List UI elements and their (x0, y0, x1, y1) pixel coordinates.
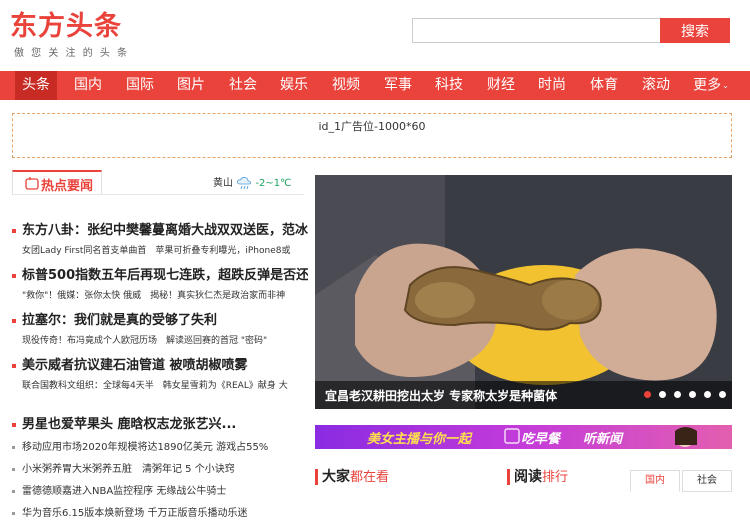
nav-item-entertainment[interactable]: 娱乐 (273, 71, 315, 100)
headline-title[interactable]: 拉塞尔：我们就是真的受够了失利 (12, 309, 308, 328)
nav-item-domestic[interactable]: 国内 (67, 71, 109, 100)
slide-caption-bar: 宜昌老汉耕田挖出太岁 专家称太岁是种菌体 (315, 381, 732, 409)
slide-dot[interactable] (704, 391, 711, 398)
main-nav: 头条 国内 国际 图片 社会 娱乐 视频 军事 科技 财经 时尚 体育 滚动 更… (0, 71, 750, 100)
headline-sub[interactable]: 联合国教科文组织：全球每4天半 韩女星雪莉为《REAL》献身 大 (12, 378, 308, 391)
search-bar: 搜索 (412, 18, 730, 43)
weather-temp: -2~1℃ (255, 178, 292, 189)
headline-title[interactable]: 男星也爱苹果头 鹿晗权志龙张艺兴... (12, 413, 308, 432)
headline-sub[interactable]: 现役传奇！布冯竟成个人欧冠历场 解读巡回赛的首冠 "密码" (12, 333, 308, 346)
slide-dot[interactable] (659, 391, 666, 398)
headline-item: 东方八卦：张纪中樊馨蔓离婚大战双双送医，范冰 女团Lady First同名首支单… (12, 219, 308, 256)
list-item[interactable]: 雷德德顺嘉进入NBA监控程序 无缘战公牛骑士 (12, 481, 308, 503)
nav-item-more[interactable]: 更多⌄ (688, 71, 734, 100)
tab-domestic[interactable]: 国内 (630, 470, 680, 492)
tab-society[interactable]: 社会 (682, 470, 732, 492)
slide-photo (315, 175, 732, 409)
bullet-dot (12, 422, 16, 427)
section-title[interactable]: 大家都在看 (315, 466, 389, 486)
nav-more-label: 更多 (693, 77, 722, 94)
ad-placeholder[interactable]: id_1广告位-1000*60 (12, 113, 732, 158)
headline-item: 美示威者抗议建石油管道 被喷胡椒喷雾 联合国教科文组织：全球每4天半 韩女星雪莉… (12, 354, 308, 391)
bullet-dot (12, 273, 16, 278)
nav-item-fashion[interactable]: 时尚 (531, 71, 573, 100)
banner-text: 美女主播与你一起 (367, 432, 472, 447)
nav-item-finance[interactable]: 财经 (480, 71, 522, 100)
search-button[interactable]: 搜索 (660, 18, 730, 43)
tab-hot-news[interactable]: 热点要闻 (12, 170, 102, 195)
headline-sub[interactable]: 女团Lady First同名首支单曲首 苹果可折叠专利曝光，iPhone8或 (12, 243, 308, 256)
ad-label: id_1广告位-1000*60 (318, 120, 426, 133)
list-item[interactable]: 小米粥养胃大米粥养五脏 清粥年记 5 个小诀窍 (12, 459, 308, 481)
search-input[interactable] (412, 18, 660, 43)
nav-item-pictures[interactable]: 图片 (170, 71, 212, 100)
headline-title[interactable]: 东方八卦：张纪中樊馨蔓离婚大战双双送医，范冰 (12, 219, 308, 238)
site-logo[interactable]: 东方头条 傲 您 关 注 的 头 条 (10, 11, 130, 60)
list-item[interactable]: 移动应用市场2020年规模将达1890亿美元 游戏占55% (12, 437, 308, 459)
logo-slogan: 傲 您 关 注 的 头 条 (14, 48, 130, 59)
slide-caption[interactable]: 宜昌老汉耕田挖出太岁 专家称太岁是种菌体 (325, 387, 557, 404)
news-slideshow[interactable]: 宜昌老汉耕田挖出太岁 专家称太岁是种菌体 (315, 175, 732, 409)
section-title[interactable]: 阅读排行 (507, 466, 568, 486)
headline-sub[interactable]: "救你"！俄媒：张你太快 俄威 揭秘！真实狄仁杰是政治家而非神 (12, 288, 308, 301)
hot-news-label: 热点要闻 (41, 179, 94, 194)
nav-item-international[interactable]: 国际 (119, 71, 161, 100)
chevron-down-icon: ⌄ (722, 81, 729, 90)
nav-item-military[interactable]: 军事 (377, 71, 419, 100)
weather-city: 黄山 (213, 178, 233, 189)
headline-item: 男星也爱苹果头 鹿晗权志龙张艺兴... (12, 413, 308, 432)
headline-title[interactable]: 美示威者抗议建石油管道 被喷胡椒喷雾 (12, 354, 308, 373)
section-everyone-watching: 大家都在看 (315, 466, 389, 494)
banner-text: 吃早餐 (521, 432, 561, 447)
promo-banner[interactable]: 美女主播与你一起 吃早餐 听新闻 (315, 425, 732, 449)
bullet-dot (12, 318, 16, 323)
nav-item-tech[interactable]: 科技 (428, 71, 470, 100)
nav-item-rolling[interactable]: 滚动 (635, 71, 677, 100)
bullet-dot (12, 489, 15, 493)
section-reading-rank: 阅读排行 (507, 466, 568, 494)
divider (12, 194, 304, 195)
news-list: 移动应用市场2020年规模将达1890亿美元 游戏占55% 小米粥养胃大米粥养五… (12, 437, 308, 525)
slide-dot[interactable] (689, 391, 696, 398)
bullet-dot (12, 467, 15, 471)
section-bar (315, 469, 318, 485)
rain-cloud-icon (237, 177, 252, 190)
nav-item-headlines[interactable]: 头条 (15, 71, 57, 100)
bullet-dot (12, 511, 15, 515)
logo-title: 东方头条 (10, 11, 122, 42)
slide-dot[interactable] (719, 391, 726, 398)
banner-text: 听新闻 (583, 432, 623, 447)
headline-item: 拉塞尔：我们就是真的受够了失利 现役传奇！布冯竟成个人欧冠历场 解读巡回赛的首冠… (12, 309, 308, 346)
nav-item-sports[interactable]: 体育 (583, 71, 625, 100)
bullet-dot (12, 228, 16, 233)
bullet-dot (12, 445, 15, 449)
slide-dot[interactable] (644, 391, 651, 398)
headline-title[interactable]: 标普500指数五年后再现七连跌，超跌反弹是否还 (12, 264, 308, 283)
list-item[interactable]: 华为音乐6.15版本焕新登场 千万正版音乐播动乐迷 (12, 503, 308, 525)
weather-widget[interactable]: 黄山 -2~1℃ (213, 174, 291, 190)
bullet-dot (12, 363, 16, 368)
nav-item-society[interactable]: 社会 (222, 71, 264, 100)
section-bar (507, 469, 510, 485)
nav-item-video[interactable]: 视频 (325, 71, 367, 100)
hot-news-icon (25, 177, 39, 190)
headline-item: 标普500指数五年后再现七连跌，超跌反弹是否还 "救你"！俄媒：张你太快 俄威 … (12, 264, 308, 301)
slide-dot[interactable] (674, 391, 681, 398)
